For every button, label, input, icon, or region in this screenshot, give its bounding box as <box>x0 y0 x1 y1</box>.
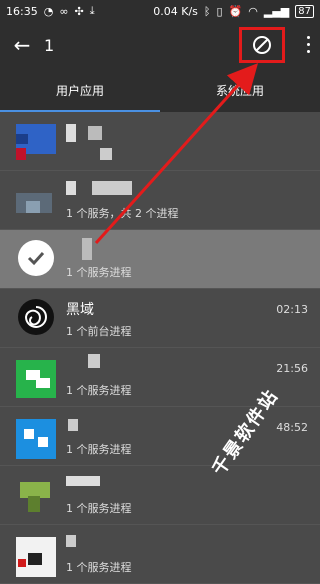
fan-icon: ✣ <box>74 4 84 18</box>
status-time: 16:35 <box>6 4 38 18</box>
app-bar: ← 1 <box>0 22 320 68</box>
status-bar: 16:35 ◔ ∞ ✣ ⤓ 0.04 K/s ᛒ ▯ ⏰ ◠ ▂▄▆ 87 <box>0 0 320 22</box>
wifi-icon: ◠ <box>248 4 258 18</box>
network-speed: 0.04 K/s <box>153 4 198 18</box>
list-item[interactable]: 黑域 1 个前台进程 02:13 <box>0 289 320 348</box>
tab-bar: 用户应用 系统应用 <box>0 68 320 112</box>
back-arrow-icon[interactable]: ← <box>0 33 44 57</box>
app-icon <box>16 537 56 577</box>
tab-user-apps[interactable]: 用户应用 <box>0 68 160 112</box>
selected-count: 1 <box>44 35 55 55</box>
app-icon <box>16 183 56 219</box>
app-process-info: 1 个服务进程 <box>66 443 132 456</box>
app-list: 1 个服务，共 2 个进程 1 个服务进程 黑域 1 个前台进程 02:13 1… <box>0 112 320 584</box>
download-icon: ⤓ <box>89 4 95 17</box>
running-time: 02:13 <box>276 303 308 316</box>
app-icon <box>16 124 56 160</box>
list-item[interactable]: 1 个服务，共 2 个进程 <box>0 171 320 230</box>
app-name: 黑域 <box>66 302 94 318</box>
tab-system-apps[interactable]: 系统应用 <box>160 68 320 112</box>
app-process-info: 1 个前台进程 <box>66 325 132 338</box>
list-item[interactable]: 1 个服务进程 <box>0 466 320 525</box>
app-icon <box>16 360 56 398</box>
battery-level: 87 <box>295 4 314 18</box>
list-item[interactable]: 1 个服务进程 <box>0 525 320 584</box>
list-item[interactable]: 1 个服务进程 48:52 <box>0 407 320 466</box>
stop-button[interactable] <box>239 27 285 63</box>
app-icon <box>16 419 56 459</box>
black-hole-app-icon <box>18 299 54 335</box>
block-icon <box>253 36 271 54</box>
vibrate-icon: ▯ <box>216 4 223 18</box>
app-icon <box>16 478 56 514</box>
more-options-icon[interactable] <box>307 34 310 55</box>
app-process-info: 1 个服务进程 <box>66 384 132 397</box>
app-process-info: 1 个服务，共 2 个进程 <box>66 207 179 220</box>
check-icon <box>18 240 54 276</box>
app-process-info: 1 个服务进程 <box>66 561 132 574</box>
running-time: 21:56 <box>276 362 308 375</box>
app-process-info: 1 个服务进程 <box>66 502 132 515</box>
bluetooth-icon: ᛒ <box>203 4 211 18</box>
running-time: 48:52 <box>276 421 308 434</box>
list-item[interactable]: 1 个服务进程 <box>0 230 320 289</box>
app-process-info: 1 个服务进程 <box>66 266 132 279</box>
alarm-icon: ⏰ <box>228 4 243 18</box>
signal-icon: ▂▄▆ <box>263 4 290 18</box>
list-item[interactable] <box>0 112 320 171</box>
infinity-icon: ∞ <box>59 4 69 18</box>
wechat-icon: ◔ <box>43 4 54 18</box>
